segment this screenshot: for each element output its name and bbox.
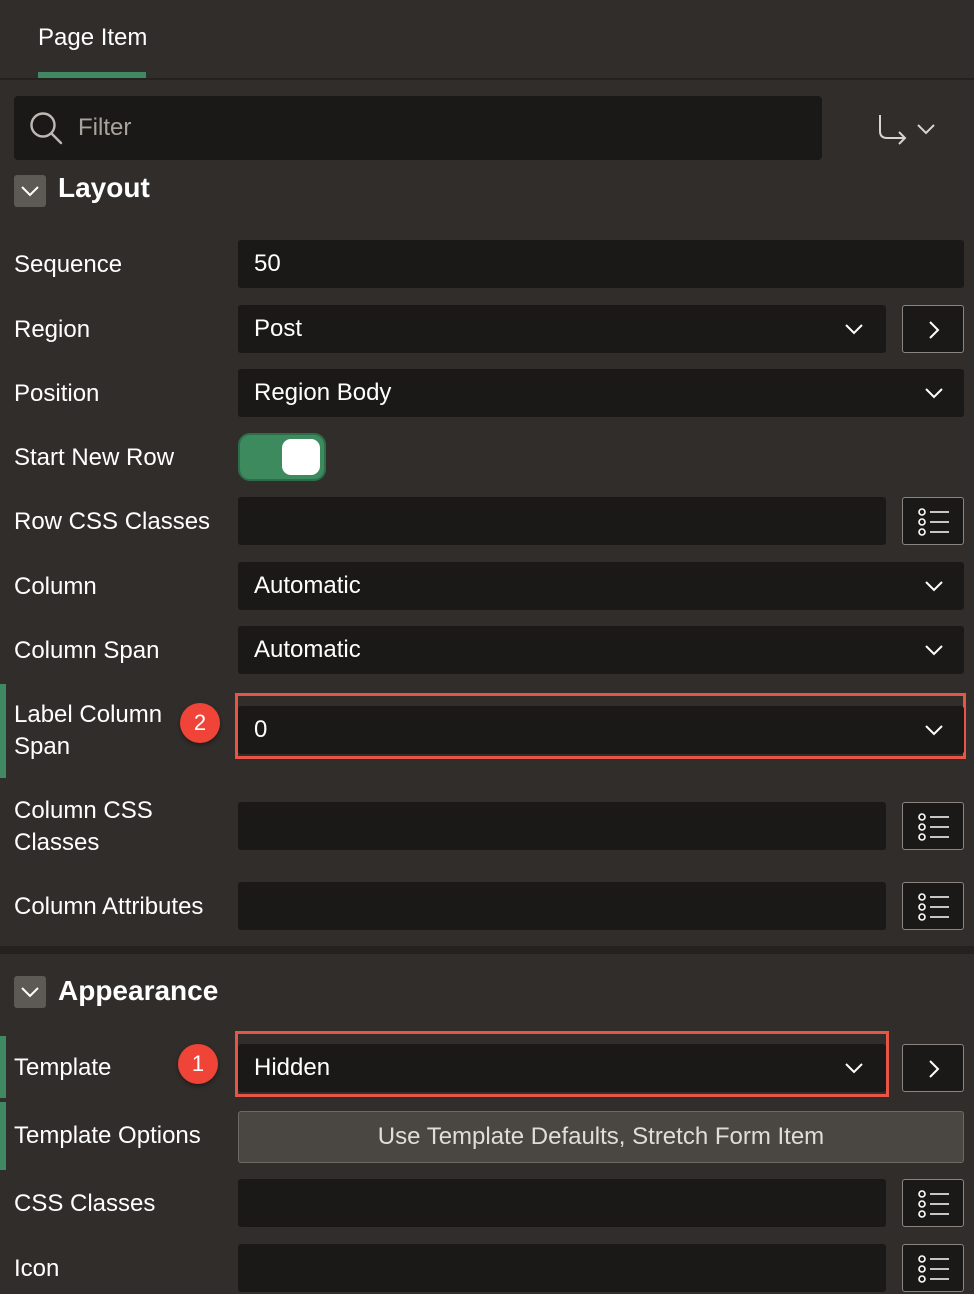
column-css-classes-label-line1: Column CSS [14,797,153,824]
label-column-span-label: Label Column Span [14,699,162,763]
chevron-down-icon [925,645,943,656]
list-icon [918,813,949,841]
column-span-label: Column Span [14,637,160,664]
icon-label: Icon [14,1255,60,1282]
template-value: Hidden [254,1054,331,1081]
section-title-appearance: Appearance [58,975,219,1006]
icon-input[interactable] [238,1244,886,1292]
start-new-row-label: Start New Row [14,444,175,471]
changed-indicator [0,684,6,778]
tab-active-indicator [38,72,146,78]
css-classes-label: CSS Classes [14,1190,156,1217]
column-css-classes-label-line2: Classes [14,829,100,856]
chevron-down-icon [21,186,39,197]
list-icon [918,893,949,921]
chevron-down-icon [845,1063,863,1074]
region-value: Post [254,315,303,342]
column-attributes-label: Column Attributes [14,893,204,920]
changed-indicator [0,1036,6,1098]
css-classes-list-button[interactable] [902,1179,964,1227]
sequence-label: Sequence [14,251,123,278]
tab-bar: Page Item [0,0,974,80]
label-column-span-label-line2: Span [14,733,71,760]
changed-indicator [0,1102,6,1170]
chevron-down-icon [845,324,863,335]
column-select[interactable]: Automatic [238,562,964,610]
appearance-collapse-toggle[interactable] [14,976,46,1008]
label-column-span-label-line1: Label Column [14,701,163,728]
section-divider [0,946,974,954]
go-to-icon [879,115,907,145]
label-column-span-value: 0 [254,716,268,743]
css-classes-input[interactable] [238,1179,886,1227]
icon-list-button[interactable] [902,1244,964,1292]
chevron-down-icon [925,388,943,399]
template-select[interactable]: Hidden [238,1044,886,1092]
start-new-row-toggle[interactable] [238,433,326,481]
filter-input[interactable] [78,96,798,160]
chevron-right-icon [929,321,940,339]
label-column-span-select[interactable]: 0 [238,706,964,754]
chevron-down-icon [21,987,39,998]
column-span-select[interactable]: Automatic [238,626,964,674]
column-attributes-input[interactable] [238,882,886,930]
sequence-input[interactable]: 50 [238,240,964,288]
region-select[interactable]: Post [238,305,886,353]
position-value: Region Body [254,379,392,406]
column-css-classes-label: Column CSS Classes [14,795,153,859]
list-icon [918,1255,949,1283]
row-css-classes-list-button[interactable] [902,497,964,545]
column-value: Automatic [254,572,361,599]
chevron-down-icon [917,124,935,135]
filter-box [14,96,822,160]
chevron-down-icon [925,725,943,736]
tab-page-item[interactable]: Page Item [38,24,147,52]
column-attributes-list-button[interactable] [902,882,964,930]
layout-collapse-toggle[interactable] [14,175,46,207]
sequence-value: 50 [254,250,281,277]
chevron-down-icon [925,581,943,592]
section-title-layout: Layout [58,172,150,203]
column-label: Column [14,573,97,600]
chevron-right-icon [929,1060,940,1078]
template-options-label: Template Options [14,1122,201,1149]
template-go-to-button[interactable] [902,1044,964,1092]
search-icon [30,112,63,145]
list-icon [918,1190,949,1218]
row-css-classes-input[interactable] [238,497,886,545]
template-label: Template [14,1054,112,1081]
region-label: Region [14,316,91,343]
column-css-classes-list-button[interactable] [902,802,964,850]
go-to-group-menu[interactable] [872,110,942,150]
column-span-value: Automatic [254,636,361,663]
region-go-to-button[interactable] [902,305,964,353]
annotation-badge-1: 1 [178,1044,218,1084]
template-options-button[interactable]: Use Template Defaults, Stretch Form Item [238,1111,964,1163]
position-select[interactable]: Region Body [238,369,964,417]
list-icon [918,508,949,536]
annotation-badge-2: 2 [180,703,220,743]
position-label: Position [14,380,100,407]
toggle-knob [282,439,320,475]
column-css-classes-input[interactable] [238,802,886,850]
row-css-classes-label: Row CSS Classes [14,508,211,535]
